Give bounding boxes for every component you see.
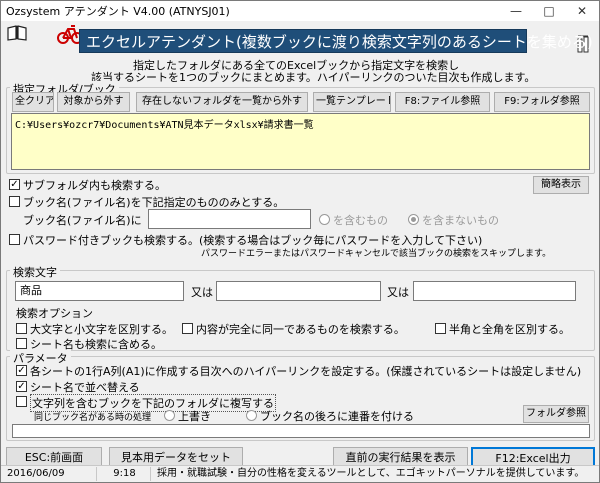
list-template-button[interactable]: 一覧テンプレート <box>313 92 391 112</box>
title-bar: Ozsystem アテンダント V4.00 (ATNYSJ01) — □ ✕ <box>1 1 599 21</box>
folder-browse-button[interactable]: フォルダ参照 <box>523 405 589 423</box>
case-sensitive-checkbox[interactable] <box>16 323 27 334</box>
not-contains-radio[interactable] <box>408 214 419 225</box>
hyperlink-label: 各シートの1行A列(A1)に作成する目次へのハイパーリンクを設定する。(保護され… <box>30 365 582 378</box>
simple-display-button[interactable]: 簡略表示 <box>533 176 589 194</box>
window-title: Ozsystem アテンダント V4.00 (ATNYSJ01) <box>6 5 230 18</box>
app-banner: エクセルアテンダント(複数ブックに渡り検索文字列のあるシートを集める) <box>79 29 593 53</box>
status-date: 2016/06/09 <box>3 467 97 481</box>
same-name-label: 同じブック名がある時の処理 <box>34 413 152 423</box>
book-name-limit-label: ブック名(ファイル名)を下記指定のもののみとする。 <box>23 196 285 209</box>
clear-all-button[interactable]: 全クリア <box>12 92 54 112</box>
remove-missing-folders-button[interactable]: 存在しないフォルダを一覧から外す <box>136 92 308 112</box>
status-time: 9:18 <box>99 467 151 481</box>
subfolder-label: サブフォルダ内も検索する。 <box>23 179 166 192</box>
or-label-1: 又は <box>191 286 213 299</box>
app-window: Ozsystem アテンダント V4.00 (ATNYSJ01) — □ ✕ エ… <box>0 0 600 483</box>
not-contains-radio-label: を含まないもの <box>422 214 499 227</box>
f8-file-browse-button[interactable]: F8:ファイル参照 <box>395 92 490 112</box>
minimize-icon[interactable]: — <box>501 1 531 21</box>
list-item[interactable]: C:¥Users¥ozcr7¥Documents¥ATN見本データxlsx¥請求… <box>12 114 589 133</box>
search-group-legend: 検索文字 <box>10 264 60 280</box>
overwrite-label: 上書き <box>178 410 211 423</box>
book-icon[interactable] <box>7 25 27 41</box>
hyperlink-checkbox[interactable]: ✓ <box>16 365 27 376</box>
contains-radio[interactable] <box>319 214 330 225</box>
contains-radio-label: を含むもの <box>333 214 388 227</box>
book-name-input[interactable] <box>148 209 311 229</box>
subfolder-checkbox[interactable]: ✓ <box>9 179 20 190</box>
search-term-1-input[interactable]: 商品 <box>15 281 184 301</box>
password-checkbox[interactable] <box>9 234 20 245</box>
search-term-2-input[interactable] <box>216 281 381 301</box>
width-sensitive-checkbox[interactable] <box>435 323 446 334</box>
width-sensitive-label: 半角と全角を区別する。 <box>449 323 570 336</box>
status-message: 採用・就職試験・自分の性格を変えるツールとして、エゴキットパーソナルを提供してい… <box>157 468 585 479</box>
sort-sheets-label: シート名で並べ替える <box>30 381 140 394</box>
sort-sheets-checkbox[interactable]: ✓ <box>16 381 27 392</box>
status-bar: 2016/06/09 9:18 採用・就職試験・自分の性格を変えるツールとして、… <box>1 465 599 482</box>
overwrite-radio[interactable] <box>164 410 175 421</box>
f9-folder-browse-button[interactable]: F9:フォルダ参照 <box>494 92 590 112</box>
folder-list[interactable]: C:¥Users¥ozcr7¥Documents¥ATN見本データxlsx¥請求… <box>11 113 590 170</box>
remove-from-target-button[interactable]: 対象から外す <box>57 92 130 112</box>
copy-books-checkbox[interactable] <box>16 396 27 407</box>
exact-match-label: 内容が完全に同一であるものを検索する。 <box>196 323 405 336</box>
include-sheet-names-checkbox[interactable] <box>16 338 27 349</box>
book-name-field-label: ブック名(ファイル名)に <box>23 214 142 227</box>
case-sensitive-label: 大文字と小文字を区別する。 <box>30 323 173 336</box>
search-term-3-input[interactable] <box>413 281 576 301</box>
exact-match-checkbox[interactable] <box>182 323 193 334</box>
book-name-limit-checkbox[interactable] <box>9 196 20 207</box>
close-icon[interactable]: ✕ <box>567 1 597 21</box>
serial-number-label: ブック名の後ろに連番を付ける <box>260 410 414 423</box>
or-label-2: 又は <box>387 286 409 299</box>
password-note: パスワードエラーまたはパスワードキャンセルで該当ブックの検索をスキップします。 <box>201 249 552 259</box>
maximize-icon[interactable]: □ <box>534 1 564 21</box>
copy-folder-input[interactable] <box>12 424 590 438</box>
description-line-2: 該当するシートを1つのブックにまとめます。ハイパーリンクのついた目次も作成します… <box>91 71 536 84</box>
serial-number-radio[interactable] <box>246 410 257 421</box>
search-options-title: 検索オプション <box>16 307 93 320</box>
